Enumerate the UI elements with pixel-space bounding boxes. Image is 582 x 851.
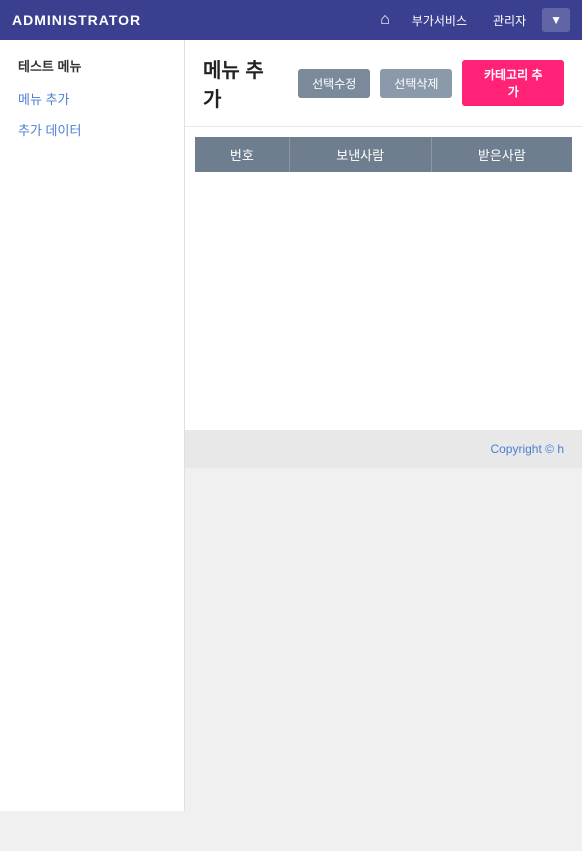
footer: Copyright © h [185,430,582,468]
sidebar-item-menu-add[interactable]: 메뉴 추가 [0,83,184,114]
page-title: 메뉴 추가 [203,54,282,112]
main-layout: 테스트 메뉴 메뉴 추가 추가 데이터 메뉴 추가 선택수정 선택삭제 카테고리… [0,40,582,811]
data-table: 번호 보낸사람 받은사람 [195,137,572,172]
col-number: 번호 [195,137,289,172]
col-receiver: 받은사람 [431,137,572,172]
content-area: 메뉴 추가 선택수정 선택삭제 카테고리 추가 번호 보낸사람 받은사람 [185,40,582,430]
edit-button[interactable]: 선택수정 [298,69,370,98]
admin-dropdown-button[interactable]: ▼ [542,8,570,32]
nav-admin[interactable]: 관리자 [483,8,536,33]
header-nav: ⌂ 부가서비스 관리자 ▼ [374,7,570,33]
sidebar: 테스트 메뉴 메뉴 추가 추가 데이터 [0,40,185,811]
header: ADMINISTRATOR ⌂ 부가서비스 관리자 ▼ [0,0,582,40]
add-category-button[interactable]: 카테고리 추가 [462,60,564,106]
delete-button[interactable]: 선택삭제 [380,69,452,98]
copyright-text: Copyright © h [490,442,564,456]
sidebar-item-add-data[interactable]: 추가 데이터 [0,114,184,145]
col-sender: 보낸사람 [289,137,431,172]
nav-subservice[interactable]: 부가서비스 [402,8,477,33]
sidebar-section-title: 테스트 메뉴 [0,40,184,83]
main-content: 메뉴 추가 선택수정 선택삭제 카테고리 추가 번호 보낸사람 받은사람 [185,40,582,811]
home-icon[interactable]: ⌂ [374,7,396,33]
page-header: 메뉴 추가 선택수정 선택삭제 카테고리 추가 [185,40,582,127]
table-container: 번호 보낸사람 받은사람 [185,137,582,192]
table-header-row: 번호 보낸사람 받은사람 [195,137,572,172]
app-title: ADMINISTRATOR [12,12,141,28]
